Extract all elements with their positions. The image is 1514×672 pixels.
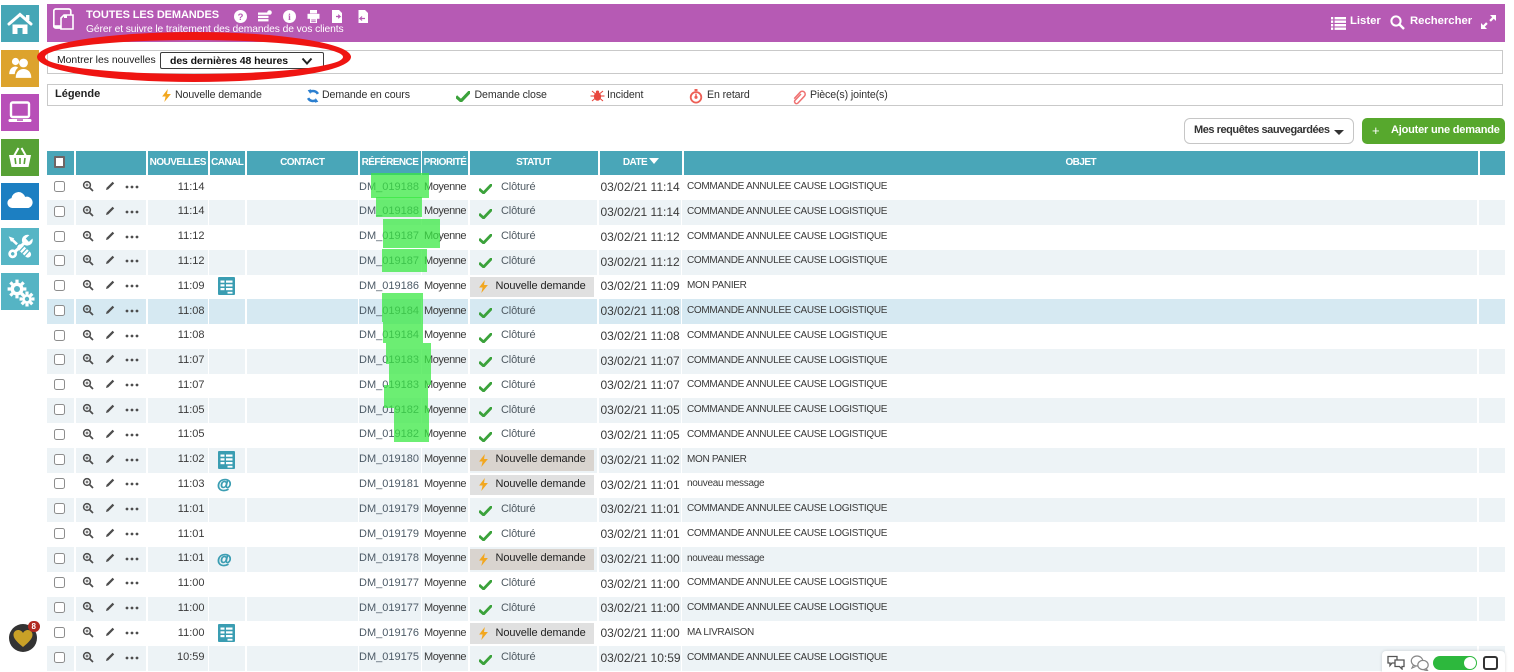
svg-text:i: i xyxy=(288,13,291,23)
svg-text:?: ? xyxy=(238,11,244,22)
